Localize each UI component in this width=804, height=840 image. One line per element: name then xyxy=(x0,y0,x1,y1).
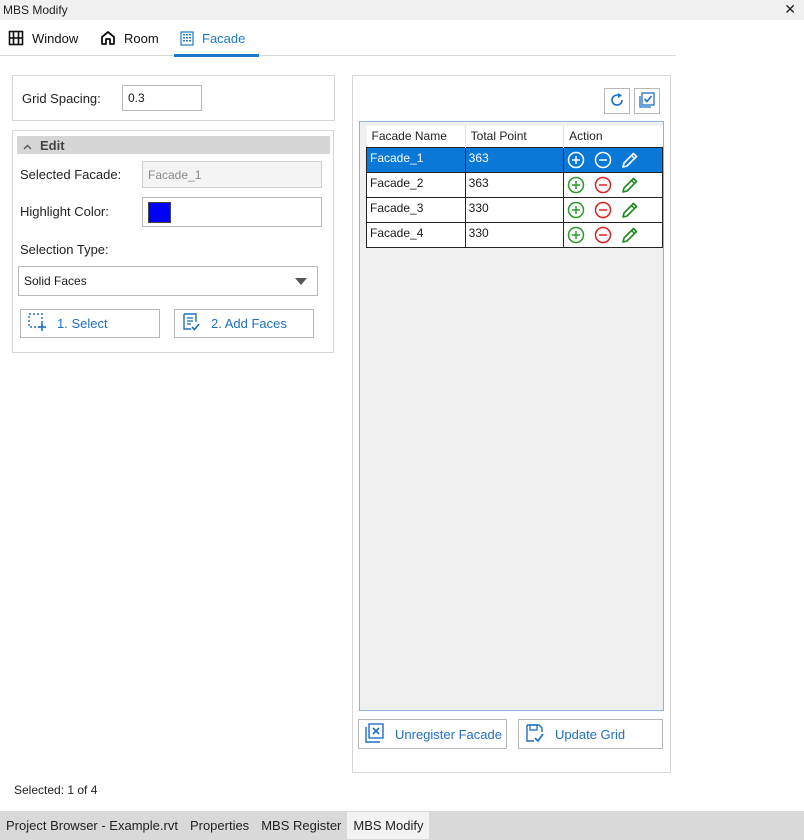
update-grid-icon xyxy=(525,723,545,746)
column-header-action[interactable]: Action xyxy=(563,126,663,147)
add-circle-icon[interactable] xyxy=(567,201,585,219)
tab-window-label: Window xyxy=(32,30,79,46)
table-row[interactable]: Facade_4 330 xyxy=(366,221,663,248)
add-circle-icon[interactable] xyxy=(567,226,585,244)
tab-room[interactable]: Room xyxy=(100,20,166,56)
total-point-cell: 363 xyxy=(464,146,565,173)
unregister-facade-button[interactable]: Unregister Facade xyxy=(358,719,507,749)
grid-spacing-input[interactable]: 0.3 xyxy=(122,85,202,111)
unregister-facade-label: Unregister Facade xyxy=(395,726,502,742)
update-grid-label: Update Grid xyxy=(555,726,626,742)
remove-circle-icon[interactable] xyxy=(594,176,612,194)
column-header-total-point[interactable]: Total Point xyxy=(465,126,565,147)
remove-circle-icon[interactable] xyxy=(594,226,612,244)
status-text: Selected: 1 of 4 xyxy=(14,783,98,797)
selected-facade-label: Selected Facade: xyxy=(20,167,122,182)
refresh-icon xyxy=(609,92,625,111)
add-faces-icon xyxy=(181,312,201,335)
selected-facade-field: Facade_1 xyxy=(142,161,322,188)
action-cell xyxy=(563,196,663,223)
tab-room-label: Room xyxy=(124,30,159,46)
close-icon[interactable]: ✕ xyxy=(784,1,796,18)
refresh-button[interactable] xyxy=(604,88,630,114)
table-row[interactable]: Facade_2 363 xyxy=(366,171,663,198)
color-swatch xyxy=(148,201,171,223)
edit-pencil-icon[interactable] xyxy=(621,151,639,169)
facade-grid: Facade Name Total Point Action Facade_1 3… xyxy=(359,121,664,711)
facade-table: Facade Name Total Point Action Facade_1 3… xyxy=(366,126,663,248)
title-bar: MBS Modify ✕ xyxy=(0,0,804,20)
edit-section-header[interactable]: Edit xyxy=(17,136,330,154)
edit-pencil-icon[interactable] xyxy=(621,176,639,194)
selection-type-value: Solid Faces xyxy=(24,274,87,288)
tab-window[interactable]: Window xyxy=(8,20,88,56)
grid-spacing-label: Grid Spacing: xyxy=(22,91,101,106)
edit-pencil-icon[interactable] xyxy=(621,201,639,219)
tab-facade[interactable]: Facade xyxy=(174,20,259,57)
total-point-cell: 330 xyxy=(464,196,565,223)
chevron-down-icon xyxy=(295,274,307,288)
action-cell xyxy=(563,221,663,248)
select-all-button[interactable] xyxy=(634,88,660,114)
table-header-row: Facade Name Total Point Action xyxy=(366,126,663,147)
remove-circle-icon[interactable] xyxy=(594,151,612,169)
house-icon xyxy=(100,30,116,46)
facade-name-cell: Facade_3 xyxy=(366,196,466,223)
tab-bar: Window Room Facade xyxy=(0,20,676,57)
bottom-tab-mbs-modify[interactable]: MBS Modify xyxy=(347,812,430,839)
building-icon xyxy=(180,30,194,46)
table-row[interactable]: Facade_1 363 xyxy=(366,146,663,173)
window-icon xyxy=(8,30,24,46)
add-faces-button-label: 2. Add Faces xyxy=(211,316,287,331)
action-cell xyxy=(563,146,663,173)
unregister-icon xyxy=(365,722,385,746)
bottom-tab-properties[interactable]: Properties xyxy=(184,813,255,838)
select-region-icon xyxy=(27,312,47,335)
facade-name-cell: Facade_1 xyxy=(366,146,466,173)
add-circle-icon[interactable] xyxy=(567,151,585,169)
total-point-cell: 363 xyxy=(464,171,565,198)
highlight-color-label: Highlight Color: xyxy=(20,204,109,219)
update-grid-button[interactable]: Update Grid xyxy=(518,719,663,749)
edit-pencil-icon[interactable] xyxy=(621,226,639,244)
add-circle-icon[interactable] xyxy=(567,176,585,194)
selection-type-label: Selection Type: xyxy=(20,242,109,257)
highlight-color-picker[interactable] xyxy=(142,197,322,227)
bottom-tab-project-browser[interactable]: Project Browser - Example.rvt xyxy=(0,813,184,838)
bottom-tab-bar: Project Browser - Example.rvt Properties… xyxy=(0,811,804,840)
facade-name-cell: Facade_4 xyxy=(366,221,466,248)
checkbox-list-icon xyxy=(639,91,655,111)
select-button-label: 1. Select xyxy=(57,316,108,331)
select-button[interactable]: 1. Select xyxy=(20,309,160,338)
edit-section-title: Edit xyxy=(40,137,65,153)
bottom-tab-mbs-register[interactable]: MBS Register xyxy=(255,813,347,838)
chevron-up-icon xyxy=(23,138,32,153)
selection-type-dropdown[interactable]: Solid Faces xyxy=(18,266,318,296)
remove-circle-icon[interactable] xyxy=(594,201,612,219)
window-title: MBS Modify xyxy=(3,3,68,17)
column-header-facade-name[interactable]: Facade Name xyxy=(366,126,466,147)
tab-facade-label: Facade xyxy=(202,30,246,46)
total-point-cell: 330 xyxy=(464,221,565,248)
action-cell xyxy=(563,171,663,198)
add-faces-button[interactable]: 2. Add Faces xyxy=(174,309,314,338)
table-row[interactable]: Facade_3 330 xyxy=(366,196,663,223)
facade-name-cell: Facade_2 xyxy=(366,171,466,198)
